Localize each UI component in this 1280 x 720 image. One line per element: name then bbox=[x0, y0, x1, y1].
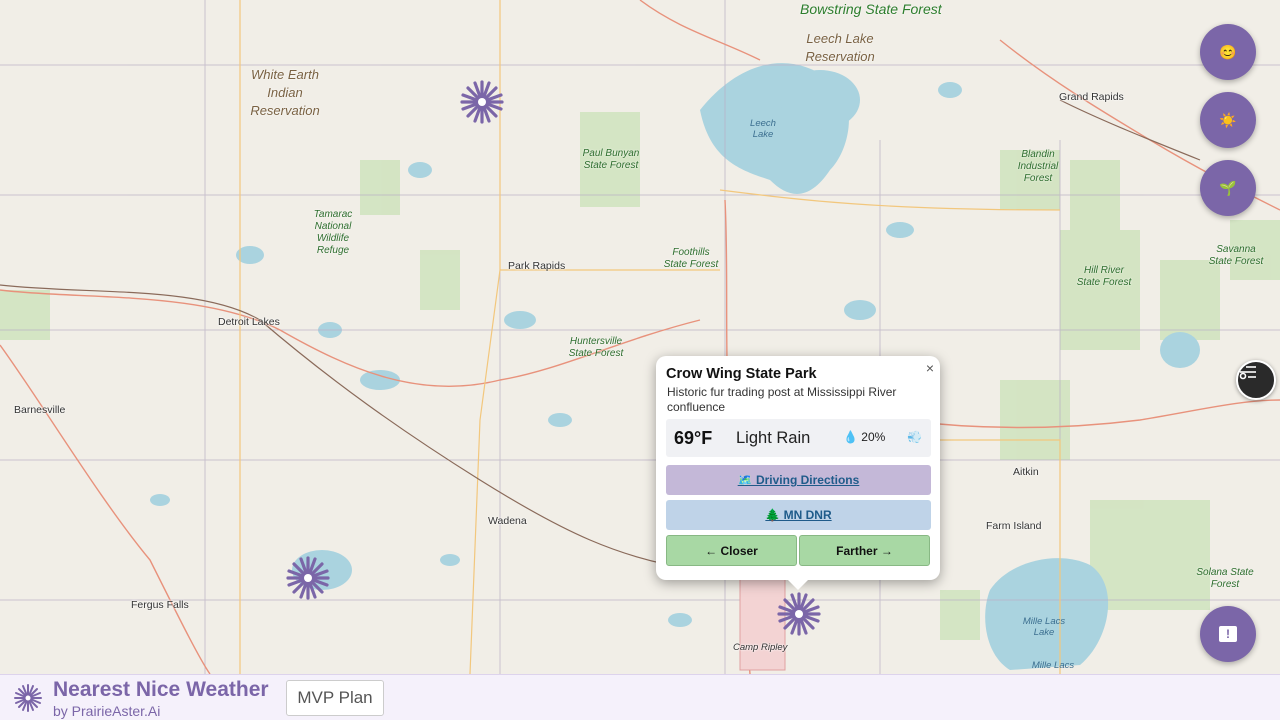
mn-dnr-button[interactable]: 🌲 MN DNR bbox=[666, 500, 931, 530]
aster-marker-icon[interactable] bbox=[777, 592, 821, 636]
popup-title: Crow Wing State Park bbox=[666, 366, 817, 382]
lake-label-leech: Leech Lake bbox=[750, 118, 776, 140]
forest-label-bowstring: Bowstring State Forest bbox=[800, 1, 942, 17]
forest-label-hill-river: Hill River State Forest bbox=[1076, 265, 1132, 288]
weather-condition: Light Rain bbox=[736, 429, 811, 447]
mvp-plan-button[interactable]: MVP Plan bbox=[286, 680, 384, 716]
feedback-button[interactable]: ! bbox=[1200, 606, 1256, 662]
lake-label-mille-lacs-2: Mille Lacs bbox=[1031, 660, 1075, 671]
sliders-icon bbox=[1239, 366, 1256, 380]
farther-button[interactable]: Farther → bbox=[799, 535, 930, 566]
forest-label-solana: Solana State Forest bbox=[1196, 567, 1254, 590]
aster-logo-icon bbox=[14, 684, 42, 712]
place-label-detroit-lakes: Detroit Lakes bbox=[218, 316, 280, 328]
feedback-icon: ! bbox=[1219, 626, 1237, 642]
wind-icon: 💨 bbox=[907, 430, 922, 444]
temperature-value: 69°F bbox=[674, 428, 713, 448]
precip-chance: 💧 20% bbox=[843, 430, 886, 444]
activity-filter-button[interactable]: 🌱 bbox=[1200, 160, 1256, 216]
driving-directions-button[interactable]: 🗺️ Driving Directions bbox=[666, 465, 931, 495]
app-byline[interactable]: by PrairieAster.Ai bbox=[53, 703, 160, 719]
lake-label-mille-lacs: Mille Lacs Lake bbox=[1022, 616, 1066, 638]
reservation-label-white-earth: White Earth Indian Reservation bbox=[250, 67, 320, 118]
place-label-farm-island: Farm Island bbox=[986, 520, 1042, 532]
footer-bar: Nearest Nice Weather by PrairieAster.Ai … bbox=[0, 674, 1280, 720]
mood-filter-button[interactable]: 😊 bbox=[1200, 24, 1256, 80]
weather-summary: 69°F Light Rain 💧 20% 💨 bbox=[666, 419, 931, 457]
smile-icon: 😊 bbox=[1219, 43, 1237, 60]
forest-label-tamarac: Tamarac National Wildlife Refuge bbox=[313, 209, 353, 256]
forest-label-paul-bunyan: Paul Bunyan State Forest bbox=[582, 148, 640, 171]
aster-marker-icon[interactable] bbox=[286, 556, 330, 600]
reservation-label-leech-lake: Leech Lake Reservation bbox=[805, 31, 875, 64]
place-label-fergus-falls: Fergus Falls bbox=[131, 599, 189, 611]
place-label-aitkin: Aitkin bbox=[1013, 466, 1039, 478]
app-title: Nearest Nice Weather bbox=[53, 678, 269, 701]
map[interactable]: Bowstring State Forest Leech Lake Reserv… bbox=[0, 0, 1280, 674]
location-settings-button[interactable] bbox=[1236, 360, 1276, 400]
place-label-barnesville: Barnesville bbox=[14, 404, 66, 416]
forest-label-savanna: Savanna State Forest bbox=[1208, 244, 1264, 267]
place-label-park-rapids: Park Rapids bbox=[508, 260, 566, 272]
forest-label-blandin: Blandin Industrial Forest bbox=[1017, 149, 1059, 184]
popup-close-button[interactable]: × bbox=[926, 360, 934, 376]
location-popup: × Crow Wing State Park Historic fur trad… bbox=[656, 356, 940, 590]
sun-icon: ☀️ bbox=[1219, 111, 1237, 128]
place-label-wadena: Wadena bbox=[488, 515, 527, 527]
forest-label-huntersville: Huntersville State Forest bbox=[568, 336, 624, 359]
seedling-icon: 🌱 bbox=[1219, 179, 1237, 196]
forest-label-foothills: Foothills State Forest bbox=[663, 247, 719, 270]
place-label-camp-ripley: Camp Ripley bbox=[733, 642, 788, 653]
closer-button[interactable]: ← Closer bbox=[666, 535, 797, 566]
place-label-grand-rapids: Grand Rapids bbox=[1059, 91, 1124, 103]
weather-filter-button[interactable]: ☀️ bbox=[1200, 92, 1256, 148]
aster-marker-icon[interactable] bbox=[460, 80, 504, 124]
popup-description: Historic fur trading post at Mississippi… bbox=[667, 385, 897, 414]
